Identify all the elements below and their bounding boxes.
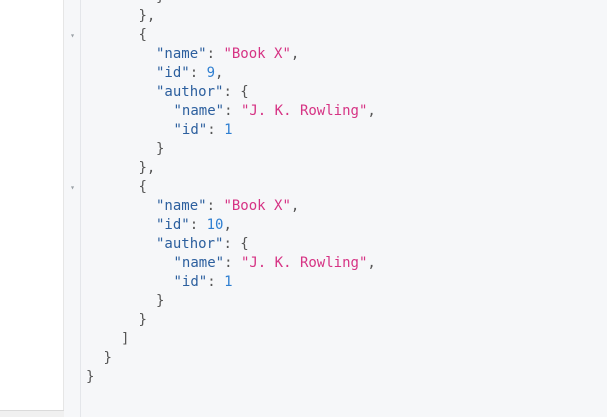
code-line: },: [139, 7, 156, 26]
code-line: "author": {: [156, 235, 249, 254]
code-line: "id": 9,: [156, 64, 223, 83]
code-line: }: [156, 292, 164, 311]
code-line: {: [139, 26, 147, 45]
code-line: }: [104, 349, 112, 368]
token: "name": [173, 103, 225, 119]
code-line: "name": "J. K. Rowling",: [174, 102, 376, 121]
code-line: }: [156, 140, 164, 159]
token: ,: [223, 217, 232, 233]
token: :: [206, 198, 224, 214]
token: "name": [156, 198, 207, 214]
token: :: [224, 103, 241, 119]
token: }: [103, 350, 112, 366]
token: "author": [156, 236, 224, 252]
token: ,: [367, 255, 376, 271]
code-line: "name": "Book X",: [156, 197, 299, 216]
code-line: ]: [121, 330, 129, 349]
token: },: [138, 8, 156, 24]
token: :: [207, 274, 225, 290]
token: "Book X": [223, 46, 291, 62]
token: ]: [121, 331, 130, 347]
token: :: [206, 46, 224, 62]
token: : {: [223, 236, 249, 252]
token: "id": [156, 217, 190, 233]
token: 1: [224, 122, 233, 138]
token: ,: [290, 46, 300, 62]
token: }: [156, 141, 165, 157]
json-response-viewer[interactable]: ▾▾ }},{"name": "Book X","id": 9,"author"…: [64, 0, 607, 417]
token: ,: [215, 65, 224, 81]
token: :: [189, 217, 207, 233]
fold-toggle-icon[interactable]: ▾: [68, 31, 77, 40]
token: "Book X": [223, 198, 291, 214]
code-line: "name": "Book X",: [156, 45, 299, 64]
token: "id": [173, 122, 208, 138]
code-line: "id": 1: [174, 121, 233, 140]
code-line: "name": "J. K. Rowling",: [174, 254, 376, 273]
code-line: "author": {: [156, 83, 249, 102]
token: {: [138, 179, 147, 195]
token: ,: [290, 198, 300, 214]
token: }: [156, 293, 165, 309]
token: "id": [156, 65, 190, 81]
token: "J. K. Rowling": [240, 103, 368, 119]
token: },: [138, 160, 156, 176]
code-line: }: [86, 368, 94, 387]
token: "id": [173, 274, 208, 290]
left-pane: [0, 0, 64, 417]
token: {: [138, 27, 147, 43]
code-line: }: [156, 0, 164, 7]
fold-toggle-icon[interactable]: ▾: [68, 183, 77, 192]
token: :: [189, 65, 207, 81]
token: :: [224, 255, 241, 271]
token: "J. K. Rowling": [240, 255, 368, 271]
token: :: [207, 122, 225, 138]
token: "name": [173, 255, 225, 271]
code-line: }: [139, 311, 147, 330]
code-line: "id": 10,: [156, 216, 232, 235]
token: "author": [156, 84, 224, 100]
code-line: },: [139, 159, 156, 178]
token: "name": [156, 46, 207, 62]
token: : {: [223, 84, 249, 100]
token: ,: [367, 103, 376, 119]
code-line: {: [139, 178, 147, 197]
token: 9: [206, 65, 216, 81]
code-line: "id": 1: [174, 273, 233, 292]
token: 1: [224, 274, 233, 290]
token: 10: [206, 217, 224, 233]
token: }: [156, 0, 164, 5]
token: }: [138, 312, 147, 328]
left-pane-scrollbar[interactable]: [0, 410, 64, 417]
fold-gutter: ▾ ▾: [64, 0, 81, 417]
token: }: [86, 369, 95, 385]
